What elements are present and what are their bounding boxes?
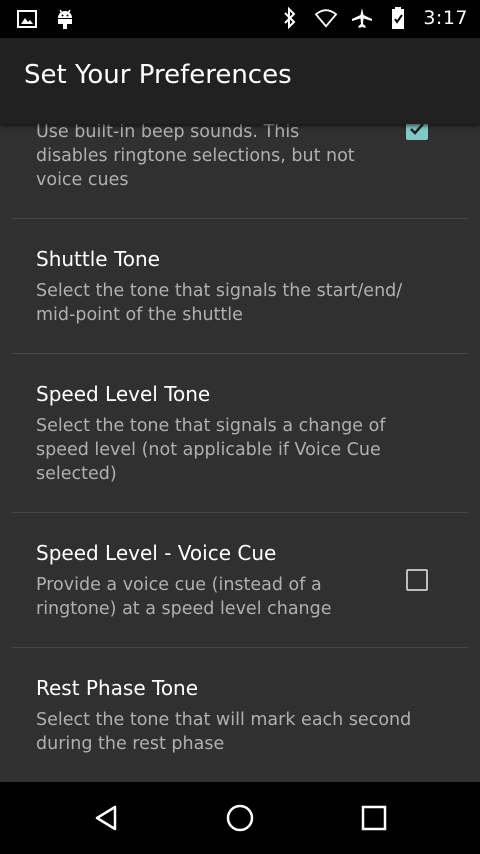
pref-summary: Select the tone that will mark each seco… [36, 710, 412, 754]
pref-title: Rest Phase Tone [36, 676, 199, 700]
back-button[interactable] [89, 800, 125, 836]
pref-speed-level-voice-cue[interactable]: Speed Level - Voice Cue Provide a voice … [0, 513, 480, 647]
image-icon [16, 7, 38, 31]
airplane-icon [351, 6, 373, 30]
status-time: 3:17 [423, 7, 468, 29]
pref-summary: Use built-in beep sounds. This disables … [36, 124, 355, 190]
status-bar: 3:17 [0, 0, 480, 38]
pref-use-beep-sounds[interactable]: Use built-in beep sounds. This disables … [0, 124, 480, 218]
pref-title: Shuttle Tone [36, 247, 160, 271]
recents-icon [361, 805, 387, 831]
home-button[interactable] [222, 800, 258, 836]
recents-button[interactable] [356, 800, 392, 836]
pref-summary: Provide a voice cue (instead of a ringto… [36, 575, 332, 619]
check-icon [410, 124, 424, 135]
android-icon [54, 7, 76, 31]
pref-summary: Select the tone that signals the start/e… [36, 281, 403, 325]
wifi-icon [315, 6, 338, 30]
battery-icon [387, 6, 409, 30]
home-icon [226, 804, 254, 832]
page-title: Set Your Preferences [24, 60, 292, 90]
bluetooth-icon [279, 6, 301, 30]
pref-speed-level-tone[interactable]: Speed Level Tone Select the tone that si… [0, 354, 480, 512]
back-icon [95, 805, 117, 831]
beep-sounds-checkbox[interactable] [406, 124, 428, 140]
app-bar: Set Your Preferences [0, 38, 480, 124]
pref-shuttle-tone[interactable]: Shuttle Tone Select the tone that signal… [0, 219, 480, 353]
pref-rest-phase-tone[interactable]: Rest Phase Tone Select the tone that wil… [0, 648, 480, 782]
pref-title: Speed Level Tone [36, 382, 211, 406]
pref-title: Speed Level - Voice Cue [36, 541, 277, 565]
preferences-list[interactable]: Use built-in beep sounds. This disables … [0, 124, 480, 782]
navigation-bar [0, 782, 480, 854]
voice-cue-checkbox[interactable] [406, 569, 428, 591]
pref-summary: Select the tone that signals a change of… [36, 416, 386, 484]
